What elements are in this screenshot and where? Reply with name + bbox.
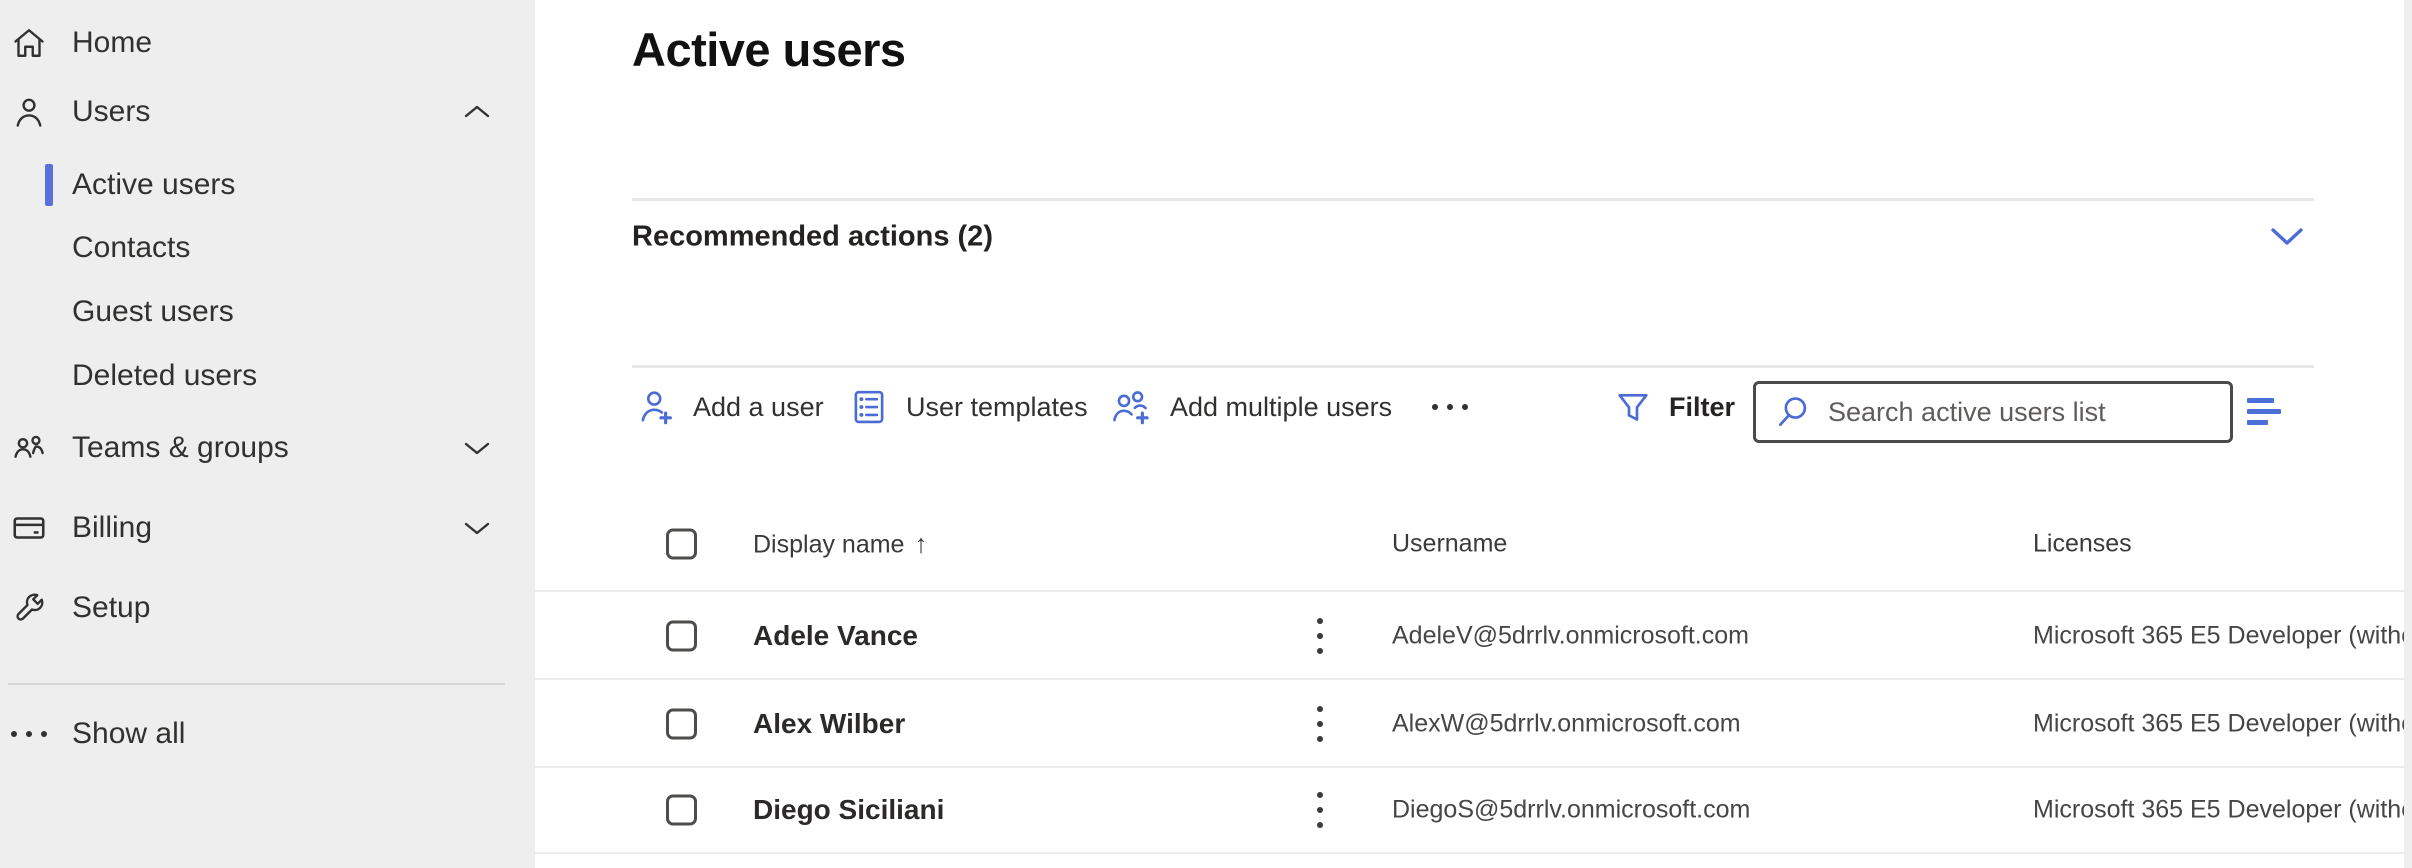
row-checkbox[interactable]: [666, 621, 697, 652]
sidebar-item-label: Contacts: [72, 231, 190, 265]
sidebar-divider: [8, 683, 505, 685]
vertical-scrollbar[interactable]: [2404, 0, 2412, 868]
chevron-up-icon[interactable]: [455, 97, 499, 127]
divider: [632, 198, 2314, 201]
credit-card-icon: [9, 508, 49, 548]
sidebar-item-label: Users: [72, 95, 150, 129]
sidebar-item-label: Home: [72, 26, 152, 60]
sidebar-item-active-users[interactable]: Active users: [0, 153, 535, 217]
sidebar-item-show-all[interactable]: Show all: [0, 702, 535, 766]
table-row[interactable]: Alex Wilber AlexW@5drrlv.onmicrosoft.com…: [535, 682, 2404, 768]
template-list-icon: [848, 386, 890, 428]
row-more-actions-icon[interactable]: [1298, 608, 1342, 664]
toolbar-overflow-button[interactable]: [1415, 372, 1485, 442]
add-multiple-users-button[interactable]: Add multiple users: [1108, 372, 1392, 442]
sidebar-item-deleted-users[interactable]: Deleted users: [0, 344, 535, 408]
sidebar-item-label: Active users: [72, 168, 235, 202]
sidebar-item-label: Show all: [72, 717, 185, 751]
sidebar-item-users[interactable]: Users: [0, 80, 535, 144]
add-user-button[interactable]: Add a user: [635, 372, 824, 442]
search-input[interactable]: Search active users list: [1753, 381, 2233, 443]
main-content: Active users Recommended actions (2): [535, 0, 2412, 868]
sort-lines-icon[interactable]: [2247, 386, 2301, 436]
username-cell: DiegoS@5drrlv.onmicrosoft.com: [1392, 796, 1750, 825]
filter-button[interactable]: Filter: [1613, 372, 1735, 442]
sidebar-item-label: Teams & groups: [72, 431, 289, 465]
select-all-checkbox[interactable]: [666, 529, 697, 560]
add-user-label: Add a user: [693, 392, 824, 423]
display-name-cell[interactable]: Alex Wilber: [753, 708, 905, 740]
column-header-licenses[interactable]: Licenses: [2033, 530, 2132, 559]
table-row[interactable]: Adele Vance AdeleV@5drrlv.onmicrosoft.co…: [535, 594, 2404, 680]
user-templates-button[interactable]: User templates: [848, 372, 1088, 442]
sidebar-item-contacts[interactable]: Contacts: [0, 216, 535, 280]
people-add-icon: [1108, 386, 1154, 428]
sidebar-item-home[interactable]: Home: [0, 11, 535, 75]
more-actions-icon: [1432, 404, 1468, 410]
people-group-icon: [9, 428, 49, 468]
row-more-actions-icon[interactable]: [1298, 782, 1342, 838]
row-checkbox[interactable]: [666, 709, 697, 740]
sidebar-item-label: Guest users: [72, 295, 234, 329]
display-name-cell[interactable]: Diego Siciliani: [753, 794, 944, 826]
m365-admin-active-users-page: Home Users Active users Contacts: [0, 0, 2412, 868]
table-header-row: Display name ↑ Username Licenses: [535, 498, 2404, 592]
sidebar-item-guest-users[interactable]: Guest users: [0, 280, 535, 344]
sidebar-item-label: Billing: [72, 511, 152, 545]
person-add-icon: [635, 386, 677, 428]
column-header-username[interactable]: Username: [1392, 530, 1507, 559]
chevron-down-icon[interactable]: [455, 513, 499, 543]
sidebar-nav: Home Users Active users Contacts: [0, 0, 535, 868]
person-icon: [9, 92, 49, 132]
sort-ascending-icon: ↑: [914, 529, 927, 559]
page-title: Active users: [632, 22, 906, 77]
search-icon: [1774, 393, 1812, 431]
licenses-cell: Microsoft 365 E5 Developer (withou: [2033, 796, 2404, 825]
home-icon: [9, 23, 49, 63]
user-templates-label: User templates: [906, 392, 1088, 423]
add-multiple-users-label: Add multiple users: [1170, 392, 1392, 423]
selected-indicator: [45, 164, 53, 206]
divider: [632, 365, 2314, 368]
chevron-down-icon[interactable]: [2263, 217, 2311, 257]
sidebar-item-label: Setup: [72, 591, 150, 625]
sidebar-item-label: Deleted users: [72, 359, 257, 393]
toolbar: Add a user User templates: [535, 372, 2412, 442]
chevron-down-icon[interactable]: [455, 433, 499, 463]
row-more-actions-icon[interactable]: [1298, 696, 1342, 752]
recommended-actions-section: Recommended actions (2): [535, 205, 2412, 269]
display-name-cell[interactable]: Adele Vance: [753, 620, 918, 652]
username-cell: AdeleV@5drrlv.onmicrosoft.com: [1392, 622, 1749, 651]
column-header-display-name[interactable]: Display name ↑: [753, 529, 927, 560]
column-header-label: Display name: [753, 531, 904, 559]
licenses-cell: Microsoft 365 E5 Developer (withou: [2033, 710, 2404, 739]
row-checkbox[interactable]: [666, 795, 697, 826]
sidebar-item-setup[interactable]: Setup: [0, 576, 535, 640]
username-cell: AlexW@5drrlv.onmicrosoft.com: [1392, 710, 1741, 739]
ellipsis-icon: [9, 714, 49, 754]
recommended-actions-label: Recommended actions (2): [632, 221, 993, 254]
filter-funnel-icon: [1613, 387, 1653, 427]
table-row[interactable]: Diego Siciliani DiegoS@5drrlv.onmicrosof…: [535, 768, 2404, 854]
sidebar-item-teams-groups[interactable]: Teams & groups: [0, 416, 535, 480]
wrench-icon: [9, 588, 49, 628]
search-placeholder-text: Search active users list: [1828, 397, 2106, 428]
filter-label: Filter: [1669, 392, 1735, 423]
sidebar-item-billing[interactable]: Billing: [0, 496, 535, 560]
licenses-cell: Microsoft 365 E5 Developer (withou: [2033, 622, 2404, 651]
